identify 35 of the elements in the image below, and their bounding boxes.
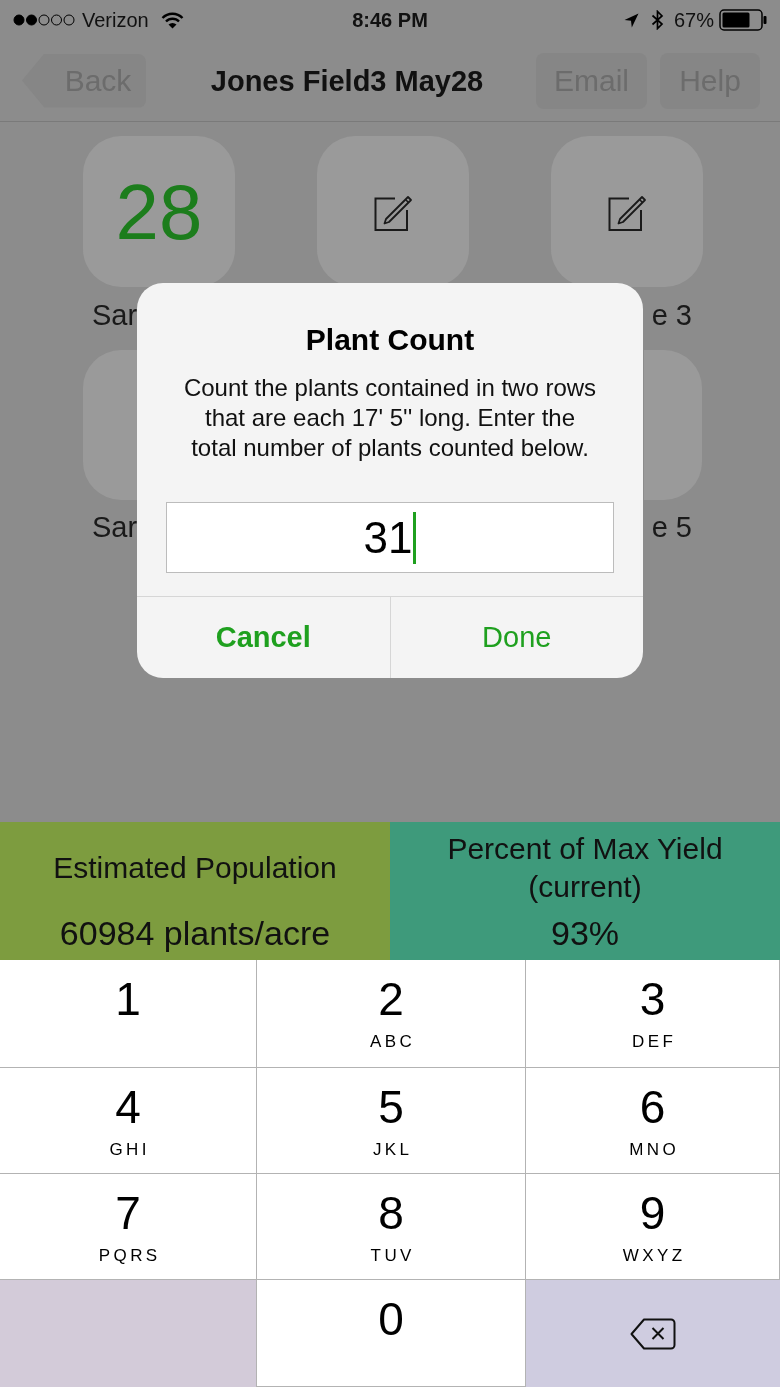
panel-label: Percent of Max Yield (current) <box>446 831 724 905</box>
sample-label: Sar <box>92 298 138 332</box>
carrier-name: Verizon <box>82 8 149 32</box>
battery-percent: 67% <box>673 8 714 32</box>
sample-tile[interactable] <box>644 350 702 500</box>
keypad-key[interactable]: 9 WXYZ <box>526 1174 780 1280</box>
keypad-key[interactable]: 3 DEF <box>526 960 780 1068</box>
backspace-icon <box>630 1317 676 1350</box>
delete-key[interactable] <box>526 1280 780 1387</box>
wifi-icon <box>160 11 184 29</box>
keypad-key[interactable]: 0 <box>257 1280 526 1387</box>
sample-tile[interactable] <box>551 136 703 287</box>
location-arrow-icon <box>623 12 639 28</box>
keypad-key[interactable]: 4 GHI <box>0 1068 257 1174</box>
sample-label: e 5 <box>651 510 692 544</box>
sample-label: Sar <box>92 510 138 544</box>
status-time: 8:46 PM <box>352 8 428 32</box>
keypad-key[interactable]: 8 TUV <box>257 1174 526 1280</box>
count-input-field[interactable]: 31 <box>166 502 614 573</box>
battery-icon <box>719 9 767 31</box>
keypad-key[interactable]: 5 JKL <box>257 1068 526 1174</box>
panel-label: Estimated Population <box>53 850 337 886</box>
dialog-message: Count the plants contained in two rows that are each 17' 5'' long. Enter the total number of plants counted below. <box>182 373 598 463</box>
panel-value: 60984 plants/acre <box>59 914 331 952</box>
sample-label: e 3 <box>651 298 692 332</box>
panel-value: 93% <box>550 914 620 952</box>
keypad-key[interactable]: 1 <box>0 960 257 1068</box>
keypad-key[interactable]: 2 ABC <box>257 960 526 1068</box>
bluetooth-icon <box>650 10 664 30</box>
nav-title: Jones Field3 May28 <box>210 63 484 99</box>
keypad-key[interactable]: 7 PQRS <box>0 1174 257 1280</box>
dialog-title: Plant Count <box>305 322 475 358</box>
sample-tile[interactable] <box>83 350 137 500</box>
keypad-key[interactable]: 6 MNO <box>526 1068 780 1174</box>
signal-strength-icon <box>13 14 75 26</box>
